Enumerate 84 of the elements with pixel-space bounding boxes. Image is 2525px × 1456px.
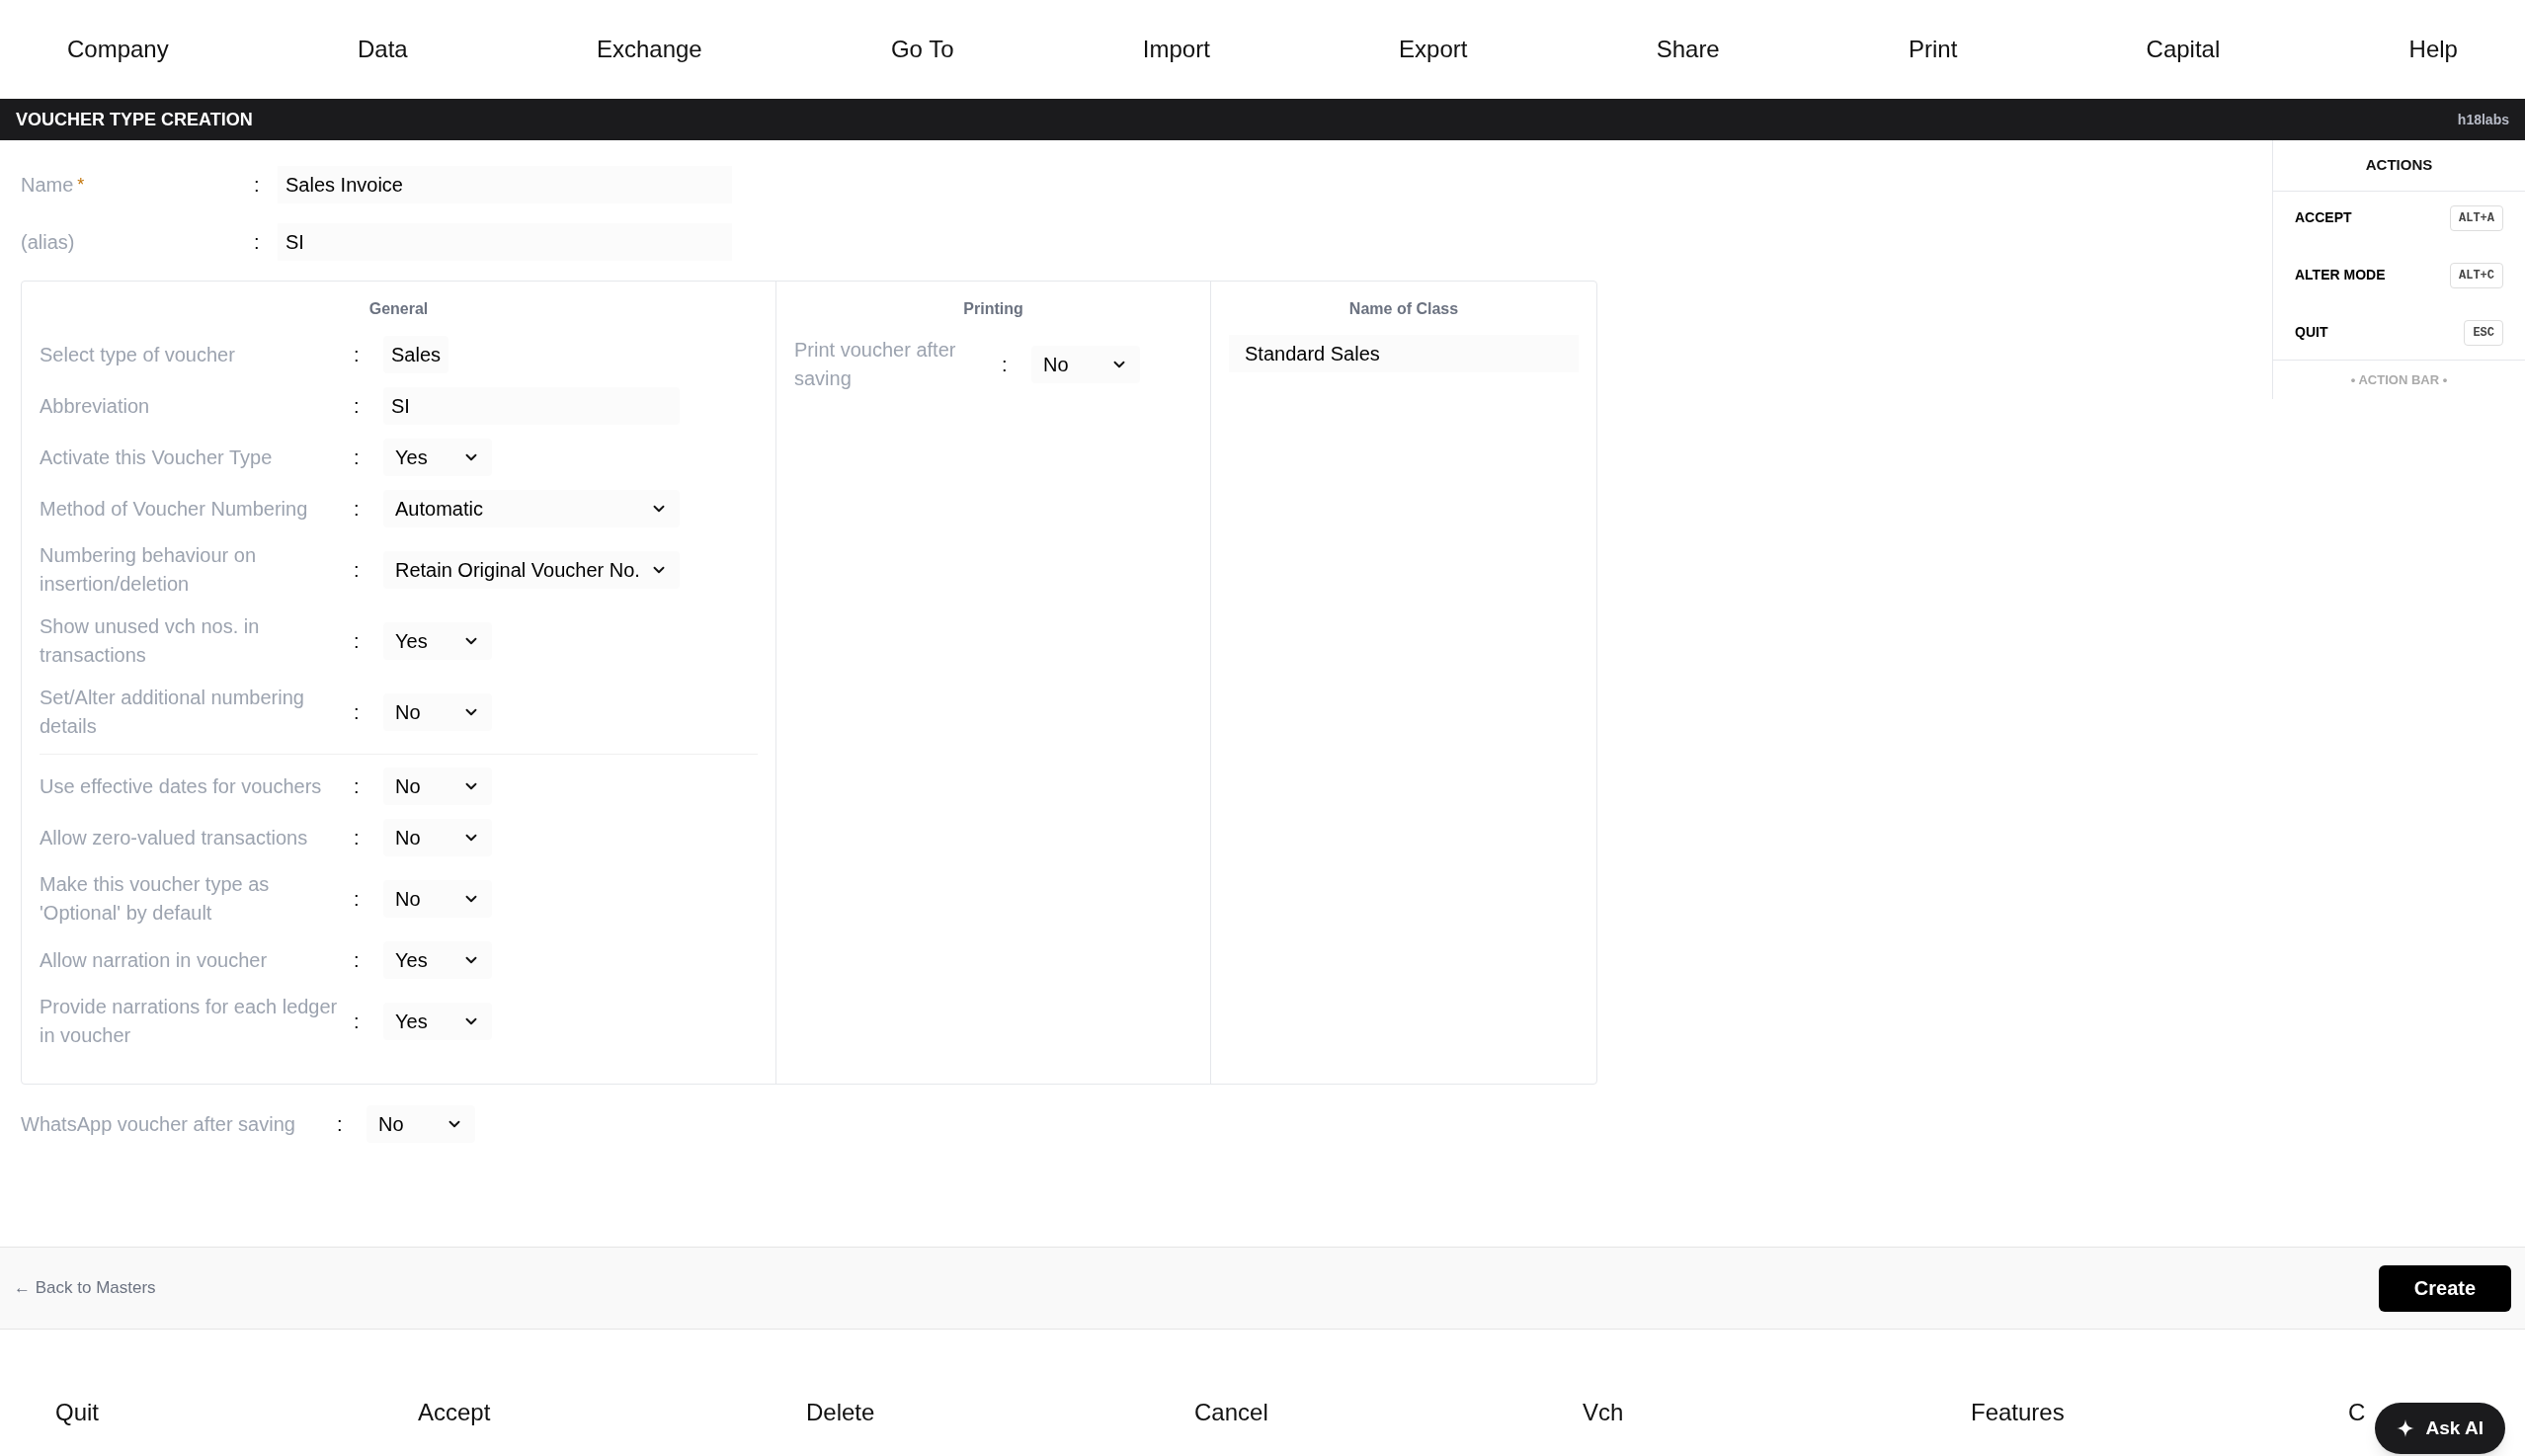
- field-label: Abbreviation: [40, 393, 151, 419]
- field-label: Allow zero-valued transactions: [40, 825, 309, 850]
- colon-separator: :: [354, 559, 360, 581]
- field-label: Select type of voucher: [40, 342, 236, 367]
- field-label: Make this voucher type as 'Optional' by default: [40, 872, 271, 926]
- back-link[interactable]: ← Back to Masters: [14, 1275, 156, 1301]
- select-field[interactable]: Retain Original Voucher No.: [383, 551, 680, 589]
- panel-footer: • ACTION BAR •: [2273, 360, 2525, 399]
- window-title: VOUCHER TYPE CREATION: [16, 108, 253, 131]
- menu-item[interactable]: Go To: [890, 32, 954, 67]
- field-label: Name: [21, 173, 74, 198]
- sparkle-icon: [2396, 1419, 2414, 1437]
- colon-separator: :: [354, 446, 360, 468]
- text-field[interactable]: Sales: [383, 336, 449, 373]
- select-field[interactable]: No: [383, 819, 492, 856]
- select-field[interactable]: No: [1031, 346, 1140, 383]
- menu-item[interactable]: Capital: [2146, 32, 2221, 67]
- colon-separator: :: [1002, 354, 1008, 375]
- colon-separator: :: [354, 827, 360, 849]
- select-field[interactable]: No: [383, 880, 492, 918]
- field-label: WhatsApp voucher after saving: [21, 1111, 296, 1137]
- colon-separator: :: [354, 701, 360, 723]
- field-label: Print voucher after saving: [794, 338, 957, 391]
- required-asterisk: *: [77, 173, 85, 197]
- shortcut-key: ESC: [2464, 319, 2503, 346]
- colon-separator: :: [354, 395, 360, 417]
- action-item[interactable]: QUIT: [2295, 322, 2328, 343]
- colon-separator: :: [354, 949, 360, 971]
- field-label: (alias): [21, 230, 75, 255]
- field-label: Numbering behaviour on insertion/deletion: [40, 543, 258, 597]
- colon-separator: :: [354, 498, 360, 520]
- select-field[interactable]: No: [367, 1105, 475, 1143]
- panel-heading: ACTIONS: [2273, 140, 2525, 192]
- section-heading: General: [367, 299, 430, 319]
- text-field[interactable]: SI: [278, 223, 732, 261]
- function-key[interactable]: Vch: [1583, 1399, 1624, 1425]
- colon-separator: :: [354, 630, 360, 652]
- menu-item[interactable]: Exchange: [596, 32, 702, 67]
- text-field[interactable]: Sales Invoice: [278, 166, 732, 203]
- select-field[interactable]: Yes: [383, 622, 492, 660]
- colon-separator: :: [337, 1113, 343, 1135]
- menu-item[interactable]: Print: [1908, 32, 1958, 67]
- field-label: Show unused vch nos. in transactions: [40, 614, 261, 668]
- menu-item[interactable]: Help: [2408, 32, 2458, 67]
- menu-item[interactable]: Data: [357, 32, 408, 67]
- colon-separator: :: [254, 174, 260, 196]
- colon-separator: :: [354, 344, 360, 365]
- field-label: Method of Voucher Numbering: [40, 496, 309, 522]
- function-key[interactable]: Cancel: [1194, 1399, 1268, 1425]
- action-item[interactable]: ACCEPT: [2295, 207, 2352, 228]
- colon-separator: :: [354, 1011, 360, 1032]
- brand-label: h18labs: [2457, 110, 2509, 129]
- ask-ai-button[interactable]: Ask AI: [2374, 1403, 2505, 1454]
- text-field[interactable]: SI: [383, 387, 680, 425]
- function-key[interactable]: Quit: [55, 1399, 99, 1425]
- shortcut-key: ALT+A: [2450, 204, 2503, 231]
- select-field[interactable]: No: [383, 693, 492, 731]
- field-label: Provide narrations for each ledger in voucher: [40, 995, 339, 1048]
- colon-separator: :: [354, 888, 360, 910]
- function-key[interactable]: Features: [1971, 1399, 2065, 1425]
- function-key[interactable]: Delete: [806, 1399, 875, 1425]
- field-label: Set/Alter additional numbering details: [40, 686, 305, 739]
- field-label: Use effective dates for vouchers: [40, 773, 323, 799]
- select-field[interactable]: Yes: [383, 941, 492, 979]
- text-field[interactable]: Standard Sales: [1229, 335, 1579, 372]
- select-field[interactable]: Yes: [383, 439, 492, 476]
- select-field[interactable]: Yes: [383, 1003, 492, 1040]
- menu-item[interactable]: Share: [1656, 32, 1720, 67]
- colon-separator: :: [354, 775, 360, 797]
- section-heading: Printing: [962, 299, 1024, 319]
- select-field[interactable]: Automatic: [383, 490, 680, 527]
- field-label: Activate this Voucher Type: [40, 445, 274, 470]
- colon-separator: :: [254, 231, 260, 253]
- shortcut-key: ALT+C: [2450, 262, 2503, 288]
- menu-item[interactable]: Import: [1142, 32, 1210, 67]
- function-key[interactable]: Accept: [418, 1399, 491, 1425]
- field-label: Allow narration in voucher: [40, 947, 269, 973]
- section-heading: Name of Class: [1347, 299, 1460, 319]
- create-button[interactable]: Create: [2379, 1264, 2511, 1312]
- menu-item[interactable]: Company: [67, 32, 169, 67]
- action-item[interactable]: ALTER MODE: [2295, 265, 2386, 285]
- function-key[interactable]: C: [2348, 1399, 2366, 1425]
- select-field[interactable]: No: [383, 768, 492, 805]
- menu-item[interactable]: Export: [1399, 32, 1468, 67]
